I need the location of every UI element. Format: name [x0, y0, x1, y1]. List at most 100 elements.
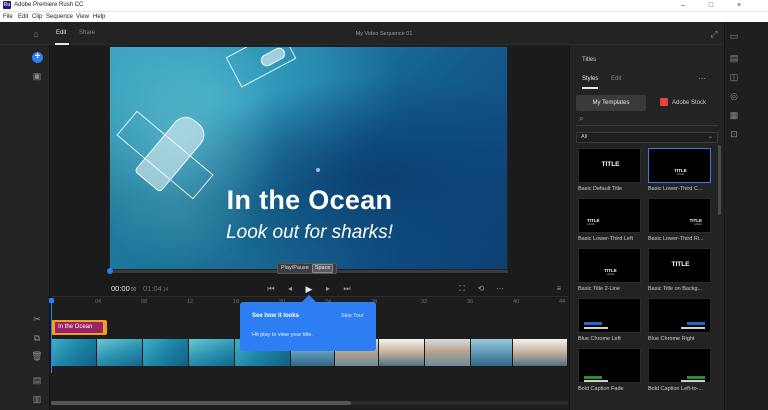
track-toggle-icon[interactable]: ▥ [31, 393, 43, 405]
go-to-start-icon[interactable]: ⏮ [265, 283, 277, 295]
clip-frame[interactable] [513, 339, 568, 366]
panel-title: Titles [582, 57, 597, 63]
trash-icon[interactable]: 🗑 [31, 350, 43, 362]
add-media-button[interactable]: + [32, 52, 43, 63]
clip-frame[interactable] [143, 339, 189, 366]
template-thumb-subtext: subtitle [587, 223, 595, 226]
template-thumb-bar [584, 322, 602, 325]
clip-frame[interactable] [97, 339, 143, 366]
menu-view[interactable]: View [76, 14, 89, 20]
skip-tour-link[interactable]: Skip Tour [341, 313, 364, 319]
color-icon[interactable]: ◎ [728, 90, 740, 102]
clip-frame[interactable] [379, 339, 425, 366]
tour-body: Hit play to view your title. [252, 332, 313, 338]
ruler-tick: 16 [233, 299, 240, 305]
scrub-handle[interactable] [107, 268, 113, 274]
template-label: Basic Default Title [578, 186, 623, 192]
template-label: Bold Caption Fade [578, 386, 624, 392]
template-thumb[interactable] [578, 298, 641, 333]
media-bin-icon[interactable]: ▣ [31, 70, 43, 82]
menu-bar: File Edit Clip Sequence View Help [0, 11, 768, 22]
timeline-scroll-thumb[interactable] [51, 401, 351, 405]
tooltip-label: Play/Pause [281, 265, 309, 271]
menu-clip[interactable]: Clip [32, 14, 42, 20]
tab-styles[interactable]: Styles [582, 76, 598, 82]
panel-scrollbar[interactable] [718, 145, 721, 215]
template-thumb[interactable] [648, 298, 711, 333]
template-filter-select[interactable]: All ⌄ [576, 132, 718, 143]
loop-icon[interactable]: ⟲ [475, 283, 487, 295]
ruler-tick: 40 [513, 299, 520, 305]
template-thumb-bar [681, 327, 705, 329]
title-clip-label: In the Ocean [55, 322, 103, 333]
template-thumb[interactable]: TITLE subtitle [648, 198, 711, 233]
total-duration: 01:0414 [143, 284, 168, 293]
fit-frame-icon[interactable]: ⛶ [456, 283, 468, 295]
transitions-icon[interactable]: ◫ [728, 71, 740, 83]
track-controls-icon[interactable]: ▤ [31, 374, 43, 386]
timeline-menu-icon[interactable]: ≡ [553, 283, 565, 295]
template-label: Blue Chrome Left [578, 336, 621, 342]
scissors-icon[interactable]: ✂ [31, 313, 43, 325]
timeline-playhead[interactable] [51, 298, 52, 373]
template-thumb[interactable]: TITLE subtitle [578, 198, 641, 233]
adobe-stock-label: Adobe Stock [671, 100, 707, 106]
video-preview[interactable]: In the Ocean Look out for sharks! [109, 46, 508, 270]
step-back-icon[interactable]: ◂ [284, 283, 296, 295]
more-options-icon[interactable]: ⋯ [494, 283, 506, 295]
template-thumb-bar [584, 327, 608, 329]
play-button[interactable]: ▶ [303, 283, 315, 295]
window-title-bar: Ru Adobe Premiere Rush CC – □ × [0, 0, 768, 11]
titles-icon[interactable]: ▤ [728, 52, 740, 64]
ruler-tick: 04 [95, 299, 102, 305]
close-window-button[interactable]: × [726, 0, 752, 11]
clip-frame[interactable] [425, 339, 471, 366]
current-timecode: 00:0000 [111, 284, 136, 293]
tooltip-shortcut: Space [311, 264, 334, 273]
clip-frame[interactable] [189, 339, 235, 366]
template-thumb-bar [687, 322, 705, 325]
total-duration-frames: 14 [162, 287, 169, 293]
menu-edit[interactable]: Edit [18, 14, 28, 20]
template-thumb-bar [584, 376, 602, 379]
subtitle-overlay: Look out for sharks! [226, 222, 393, 243]
fullscreen-icon[interactable]: ⤢ [708, 28, 720, 40]
clip-frame[interactable] [471, 339, 513, 366]
template-thumb[interactable]: TITLE [578, 148, 641, 183]
crop-icon[interactable]: ⊡ [728, 128, 740, 140]
menu-file[interactable]: File [3, 14, 13, 20]
menu-help[interactable]: Help [93, 14, 105, 20]
title-clip[interactable]: In the Ocean [51, 320, 107, 335]
clip-frame[interactable] [51, 339, 97, 366]
window-title: Adobe Premiere Rush CC [14, 2, 84, 8]
template-thumb[interactable]: TITLE subtitle [648, 148, 711, 183]
tour-heading: See how it looks [252, 313, 300, 319]
template-thumb-subtext: subtitle [676, 173, 685, 176]
template-thumb-bar [687, 376, 705, 379]
go-to-end-icon[interactable]: ⏭ [341, 283, 353, 295]
maximize-button[interactable]: □ [698, 0, 724, 11]
step-forward-icon[interactable]: ▸ [322, 283, 334, 295]
duplicate-icon[interactable]: ⧉ [31, 332, 43, 344]
tab-edit-title[interactable]: Edit [611, 76, 621, 82]
audio-icon[interactable]: ▦ [728, 109, 740, 121]
ruler-tick: 12 [187, 299, 194, 305]
timeline-scrollbar[interactable] [51, 401, 568, 405]
template-thumb[interactable]: TITLE [648, 248, 711, 283]
tour-popup: See how it looks Skip Tour Hit play to v… [240, 294, 376, 351]
minimize-button[interactable]: – [670, 0, 696, 11]
template-thumb[interactable] [578, 348, 641, 383]
more-icon[interactable]: ⋯ [698, 74, 706, 83]
playhead-handle[interactable] [49, 298, 54, 303]
template-search[interactable]: ⌕ [576, 113, 718, 126]
template-thumb[interactable] [648, 348, 711, 383]
template-label: Basic Lower-Third Left [578, 236, 634, 242]
chat-icon[interactable]: ▭ [728, 30, 740, 42]
play-pause-tooltip: Play/Pause Space [277, 263, 338, 274]
template-thumb-subtext: subtitle [694, 223, 702, 226]
adobe-stock-tab[interactable]: Adobe Stock [648, 95, 718, 111]
template-thumb[interactable]: TITLE subtitle [578, 248, 641, 283]
menu-sequence[interactable]: Sequence [46, 14, 73, 20]
my-templates-tab[interactable]: My Templates [576, 95, 646, 111]
template-thumb-text: TITLE [601, 161, 620, 168]
